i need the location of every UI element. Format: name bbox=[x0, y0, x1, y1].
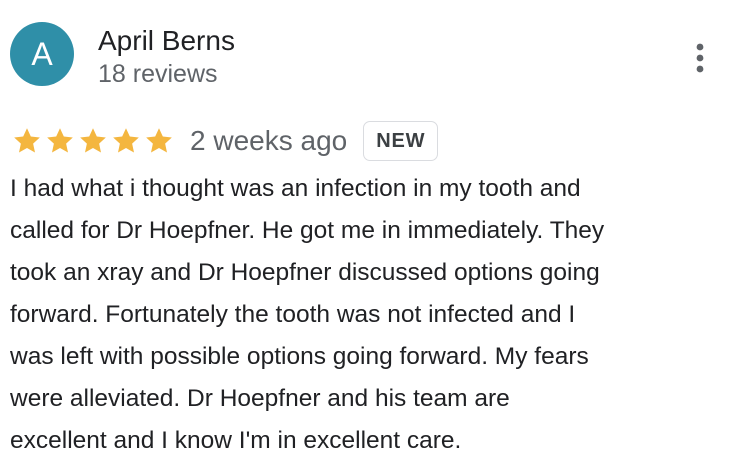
review-text: I had what i thought was an infection in… bbox=[10, 175, 605, 454]
more-vert-icon bbox=[696, 43, 704, 73]
star-icon bbox=[113, 128, 139, 153]
reviewer-name[interactable]: April Berns bbox=[98, 24, 235, 58]
review-card: A April Berns 18 reviews 2 weeks ago NEW… bbox=[0, 0, 740, 476]
review-time: 2 weeks ago bbox=[190, 125, 348, 156]
more-options-button[interactable] bbox=[684, 36, 716, 80]
avatar[interactable]: A bbox=[10, 22, 74, 86]
star-rating bbox=[12, 126, 174, 156]
star-icon bbox=[14, 128, 40, 153]
new-badge: NEW bbox=[363, 121, 439, 161]
star-icon bbox=[80, 128, 106, 153]
rating-row: 2 weeks ago NEW bbox=[12, 120, 439, 162]
star-icon bbox=[146, 128, 172, 153]
star-icon bbox=[47, 128, 73, 153]
review-count[interactable]: 18 reviews bbox=[98, 58, 218, 90]
avatar-initial: A bbox=[31, 36, 53, 72]
